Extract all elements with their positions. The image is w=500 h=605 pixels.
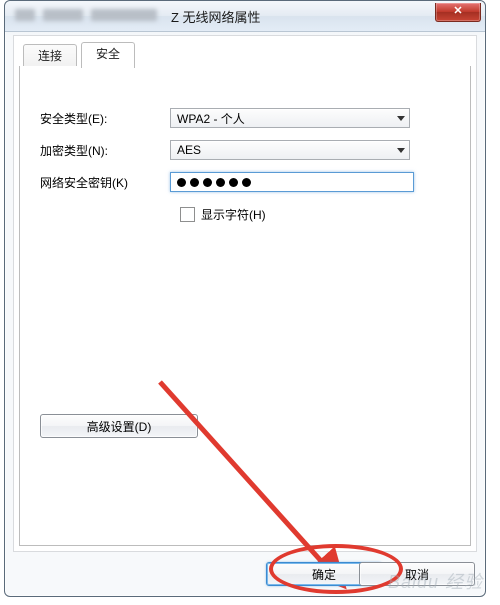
close-button[interactable]: ✕ xyxy=(435,3,481,22)
row-encryption-type: 加密类型(N): AES xyxy=(40,138,450,162)
title-bar[interactable]: Z 无线网络属性 ✕ xyxy=(5,1,485,32)
tab-label: 连接 xyxy=(38,49,62,63)
tab-connect[interactable]: 连接 xyxy=(23,44,77,67)
cancel-button[interactable]: 取消 xyxy=(359,562,475,586)
advanced-settings-button[interactable]: 高级设置(D) xyxy=(40,414,198,438)
row-network-key: 网络安全密钥(K) xyxy=(40,170,450,194)
checkbox-show-characters[interactable] xyxy=(180,207,195,222)
client-area: 连接 安全 安全类型(E): WPA2 - 个人 加密类型(N): AES xyxy=(13,35,477,552)
combo-value: WPA2 - 个人 xyxy=(177,110,245,127)
label-encryption-type: 加密类型(N): xyxy=(40,142,170,159)
row-show-characters: 显示字符(H) xyxy=(180,202,450,226)
window-frame: Z 无线网络属性 ✕ 连接 安全 安全类型(E): WPA2 - 个人 加密 xyxy=(4,0,486,597)
chevron-down-icon xyxy=(397,148,405,153)
button-label: 确定 xyxy=(312,566,336,583)
button-label: 取消 xyxy=(405,566,429,583)
row-security-type: 安全类型(E): WPA2 - 个人 xyxy=(40,106,450,130)
chevron-down-icon xyxy=(397,116,405,121)
title-obscured xyxy=(15,9,35,21)
label-security-type: 安全类型(E): xyxy=(40,110,170,127)
dialog-footer: 确定 取消 xyxy=(13,558,477,588)
title-obscured xyxy=(91,9,157,21)
input-network-key[interactable] xyxy=(170,172,414,192)
combo-encryption-type[interactable]: AES xyxy=(170,140,410,160)
tab-label: 安全 xyxy=(96,47,120,61)
combo-value: AES xyxy=(177,143,201,157)
close-icon: ✕ xyxy=(453,5,462,17)
title-obscured xyxy=(43,9,83,21)
button-label: 高级设置(D) xyxy=(87,418,152,435)
label-show-characters: 显示字符(H) xyxy=(201,206,266,223)
window-title: Z 无线网络属性 xyxy=(171,7,261,26)
tab-strip: 连接 安全 xyxy=(19,42,471,67)
tab-security[interactable]: 安全 xyxy=(81,42,135,68)
security-panel: 安全类型(E): WPA2 - 个人 加密类型(N): AES 网络安全密钥(K… xyxy=(19,66,471,546)
label-network-key: 网络安全密钥(K) xyxy=(40,174,170,191)
combo-security-type[interactable]: WPA2 - 个人 xyxy=(170,108,410,128)
password-mask xyxy=(177,175,255,189)
